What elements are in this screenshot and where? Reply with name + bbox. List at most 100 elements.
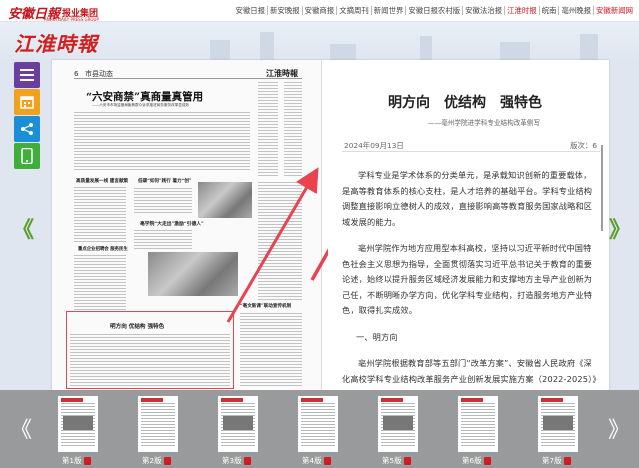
- article-paragraph: 亳州学院作为地方应用型本科高校，坚持以习近平新时代中国特色社会主义思想为指导，全…: [342, 243, 593, 315]
- article-body: 学科专业是学术体系的分类单元，是承载知识创新的重要载体，是高等教育体系的核心支柱…: [342, 168, 598, 390]
- divider: [342, 151, 600, 152]
- skyline-building: [500, 42, 530, 62]
- page-thumbnail[interactable]: [458, 396, 498, 452]
- page-label-text[interactable]: 第2版: [142, 455, 161, 466]
- nav-link[interactable]: 安徽日报: [233, 6, 267, 15]
- page-label[interactable]: 第1版: [62, 455, 92, 466]
- article-headline[interactable]: 重点企业招聘会 服务民生: [78, 246, 128, 252]
- page-thumbnail[interactable]: [138, 396, 178, 452]
- thumb-masthead: [461, 398, 483, 402]
- nav-link[interactable]: 安徽商报: [301, 6, 337, 15]
- article-text-block[interactable]: [134, 230, 192, 250]
- menu-icon: [20, 69, 34, 81]
- nav-link[interactable]: 皖南: [538, 6, 559, 15]
- thumbnail-strip: 《 》 第1版 第2版 第3版 第4版 第5版 第6版 第7版: [0, 390, 639, 468]
- calendar-button[interactable]: [14, 89, 40, 115]
- article-text-block[interactable]: [258, 182, 302, 302]
- calendar-icon: [20, 96, 34, 109]
- article-text-block[interactable]: [134, 188, 192, 213]
- page-label[interactable]: 第6版: [462, 455, 492, 466]
- page-label-text[interactable]: 第1版: [62, 455, 81, 466]
- page-label-text[interactable]: 第6版: [462, 455, 481, 466]
- thumb-text: [461, 403, 495, 448]
- nav-link[interactable]: 安徽日报农村版: [405, 6, 462, 15]
- pdf-icon[interactable]: [324, 456, 332, 465]
- newspaper-page-number: 6: [74, 70, 79, 78]
- thumb-masthead: [541, 398, 563, 402]
- pdf-icon[interactable]: [484, 456, 492, 465]
- article-headline[interactable]: 低碳“如何”践行 着力“创”: [138, 178, 192, 184]
- article-panel: 明方向 优结构 强特色 ——亳州学院进学科专业结构改革侧写 2024年09月13…: [328, 60, 609, 390]
- page-thumbnail[interactable]: [378, 396, 418, 452]
- thumb-masthead: [221, 398, 243, 402]
- nav-link[interactable]: 新闻世界: [370, 6, 406, 15]
- page-label-text[interactable]: 第4版: [302, 455, 321, 466]
- nav-link[interactable]: 安徽法治报: [462, 6, 504, 15]
- jianghuai-times-masthead[interactable]: 江淮時報: [14, 28, 98, 57]
- skyline-building: [580, 34, 598, 62]
- nav-link[interactable]: 新安晚报: [267, 6, 302, 15]
- article-text-block[interactable]: [258, 82, 278, 177]
- thumb-masthead: [381, 398, 403, 402]
- pdf-icon[interactable]: [244, 456, 252, 465]
- newspaper-page-header: 6 市县动态 江淮時報: [74, 68, 302, 79]
- skyline-building: [420, 36, 432, 62]
- page-label[interactable]: 第4版: [302, 455, 332, 466]
- article-date: 2024年09月13日: [344, 141, 404, 150]
- page-label[interactable]: 第2版: [142, 455, 172, 466]
- article-headline[interactable]: 高质量发展一线 建言献策: [76, 178, 128, 184]
- thumb-masthead: [141, 398, 163, 402]
- mobile-button[interactable]: [14, 143, 40, 169]
- page-thumbnail[interactable]: [298, 396, 338, 452]
- newspaper-name: 江淮時報: [266, 68, 298, 78]
- pdf-icon[interactable]: [84, 456, 92, 465]
- anhui-daily-group-logo[interactable]: 安徽日報 报业集团 ANHUI DAILY PRESS GROUP: [8, 3, 99, 22]
- pdf-icon[interactable]: [564, 456, 572, 465]
- menu-button[interactable]: [14, 62, 40, 88]
- page-label-text[interactable]: 第7版: [542, 455, 561, 466]
- nav-link[interactable]: 文摘周刊: [336, 6, 371, 15]
- newspaper-page-image[interactable]: 6 市县动态 江淮時報 “六安商禁”真商量真管用 ——六安市市场监管局聚焦群众诉…: [52, 60, 322, 390]
- thumb-text: [141, 403, 175, 448]
- nav-link[interactable]: 亳州晚报: [558, 6, 593, 15]
- article-title: 明方向 优结构 强特色: [388, 95, 542, 111]
- page-label-text[interactable]: 第3版: [222, 455, 241, 466]
- page-label[interactable]: 第7版: [542, 455, 572, 466]
- article-section-heading: 一、明方向: [356, 331, 398, 342]
- newspaper-headline[interactable]: “六安商禁”真商量真管用: [86, 89, 203, 104]
- selected-article-highlight[interactable]: [66, 311, 234, 389]
- article-text-block[interactable]: [74, 187, 126, 242]
- pdf-icon[interactable]: [164, 456, 172, 465]
- prev-page-arrow[interactable]: 《: [12, 212, 34, 244]
- thumb-text: [301, 403, 335, 448]
- article-subtitle: ——亳州学院进学科专业结构改革侧写: [428, 119, 541, 127]
- article-text-block[interactable]: [74, 112, 250, 172]
- scrollbar[interactable]: [601, 145, 603, 231]
- page-label[interactable]: 第5版: [382, 455, 412, 466]
- thumb-photo: [383, 416, 413, 430]
- share-button[interactable]: [14, 116, 40, 142]
- article-edition: 版次：6: [570, 141, 597, 150]
- page-thumbnail[interactable]: [538, 396, 578, 452]
- paper-reader: 6 市县动态 江淮時報 “六安商禁”真商量真管用 ——六安市市场监管局聚焦群众诉…: [52, 60, 609, 390]
- news-photo[interactable]: [148, 252, 238, 296]
- news-photo[interactable]: [198, 182, 252, 218]
- strip-prev-arrow[interactable]: 《: [10, 412, 32, 444]
- strip-next-arrow[interactable]: 》: [608, 412, 630, 444]
- next-page-arrow[interactable]: 》: [609, 212, 631, 244]
- thumb-masthead: [61, 398, 83, 402]
- article-text-block[interactable]: [74, 255, 126, 310]
- page-label[interactable]: 第3版: [222, 455, 252, 466]
- article-headline[interactable]: “亳文新课”联动宣传机制: [240, 303, 291, 309]
- page-thumbnail[interactable]: [58, 396, 98, 452]
- nav-link[interactable]: 安徽新闻网: [593, 6, 635, 15]
- article-headline[interactable]: 亳学院“大走出”激励“引德人”: [140, 220, 204, 227]
- article-text-block[interactable]: [284, 82, 302, 177]
- page-label-text[interactable]: 第5版: [382, 455, 401, 466]
- page-thumbnail[interactable]: [218, 396, 258, 452]
- article-paragraph: 学科专业是学术体系的分类单元，是承载知识创新的重要载体，是高等教育体系的核心支柱…: [342, 170, 593, 227]
- article-text-block[interactable]: [240, 313, 302, 388]
- pdf-icon[interactable]: [404, 456, 412, 465]
- nav-link[interactable]: 江淮时报: [504, 6, 539, 15]
- newspaper-subhead: ——六安市市场监管局聚焦群众诉求推进商务服务改革显成效: [92, 103, 190, 107]
